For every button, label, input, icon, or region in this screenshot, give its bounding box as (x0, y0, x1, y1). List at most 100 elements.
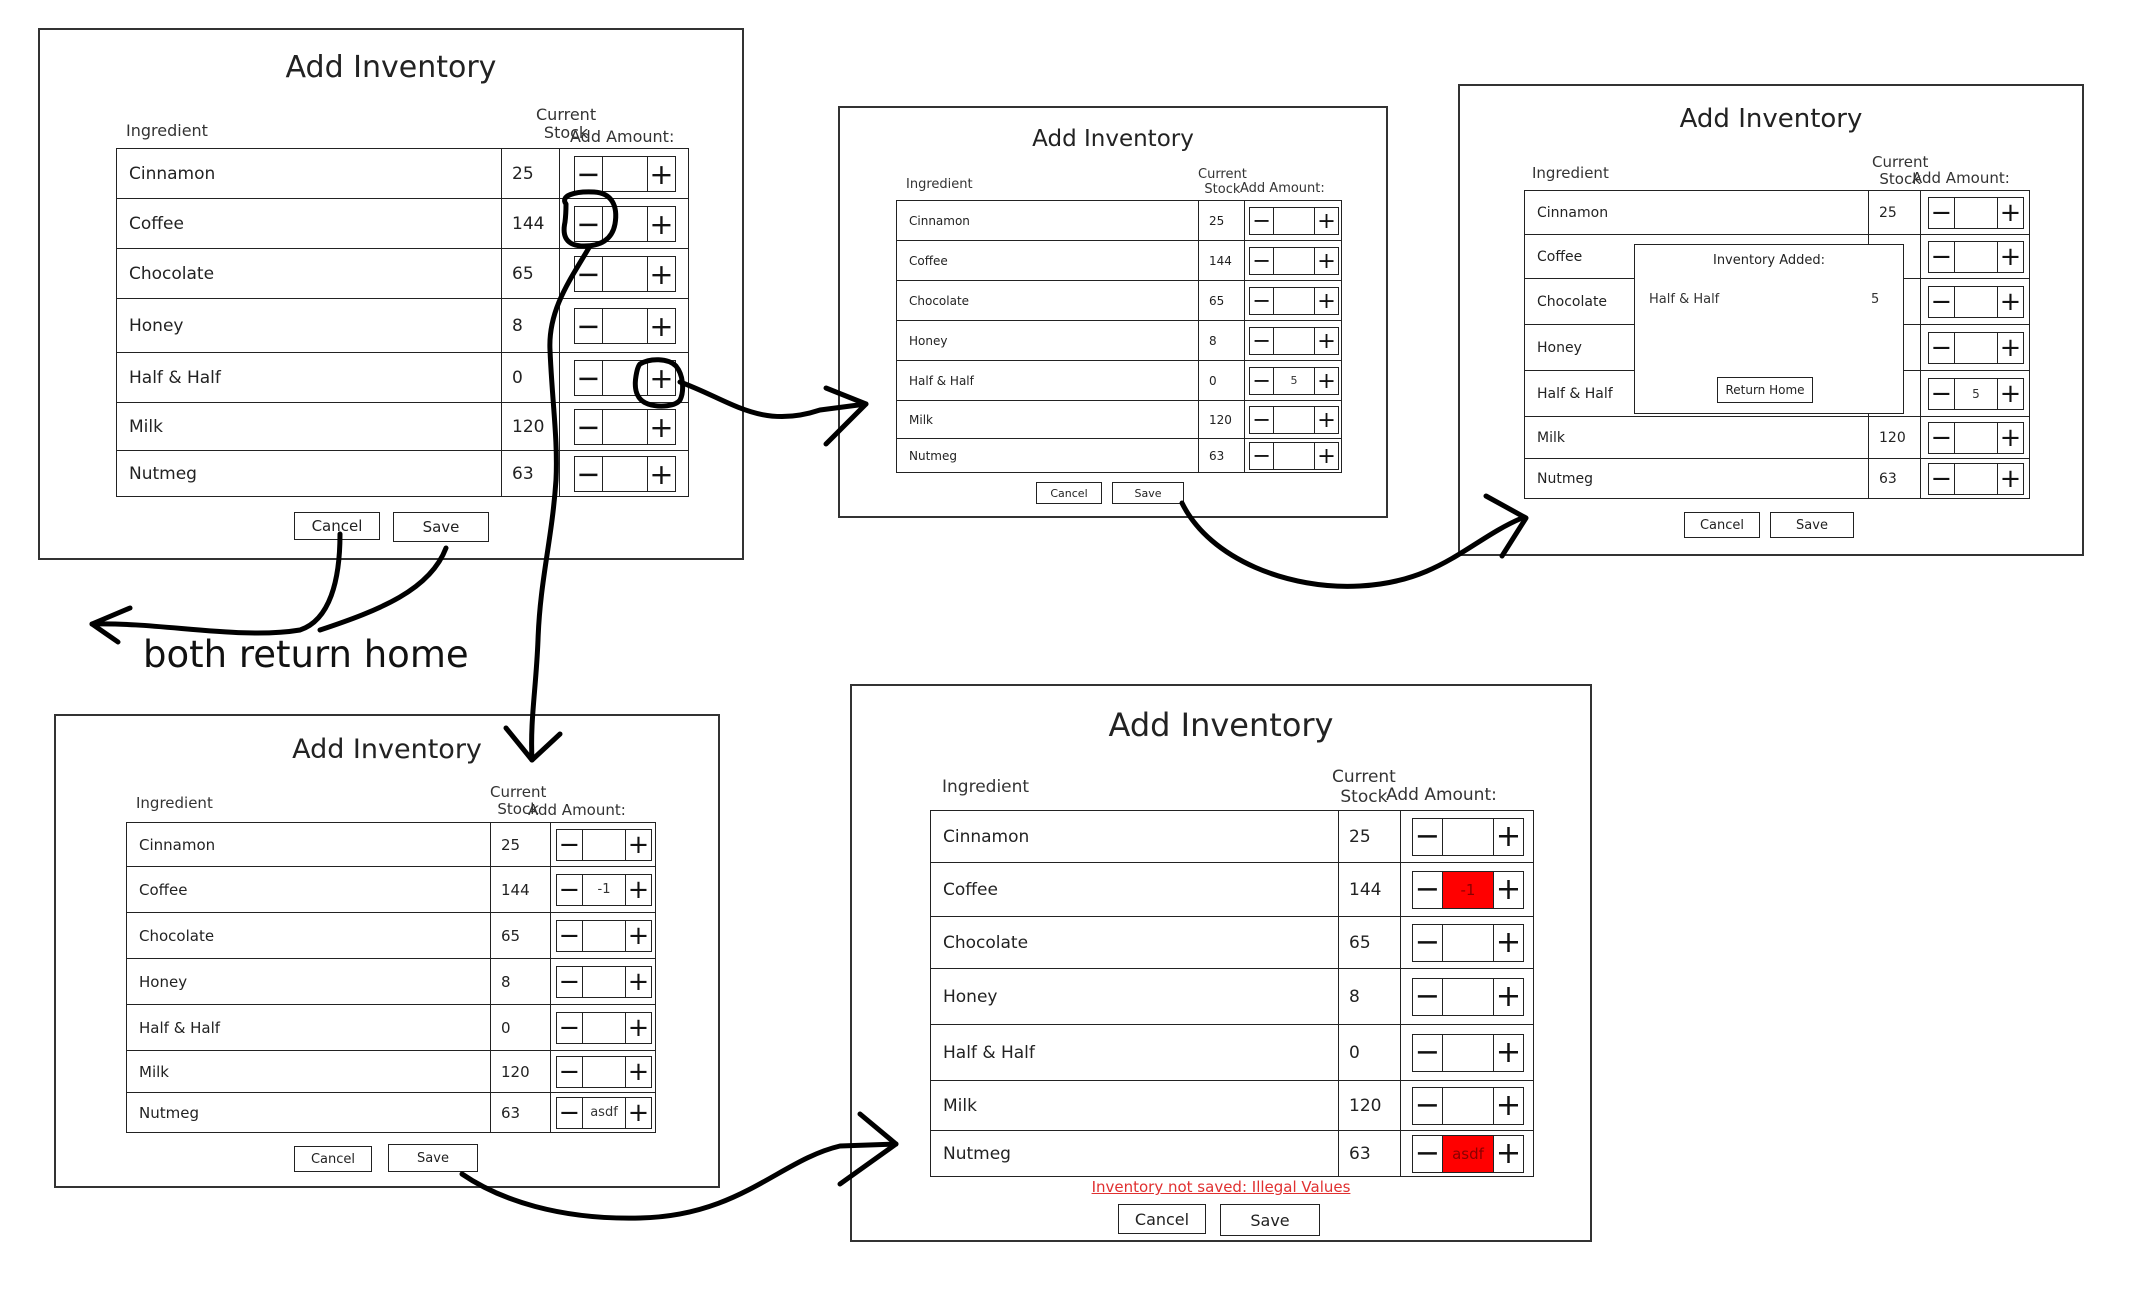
plus-button[interactable]: + (625, 1097, 651, 1128)
add-amount-stepper[interactable]: − -1 + (556, 873, 652, 906)
add-amount-stepper[interactable]: − + (556, 919, 652, 952)
amount-input[interactable] (1955, 287, 1997, 317)
add-amount-stepper[interactable]: − + (556, 1055, 652, 1088)
amount-input[interactable] (603, 457, 647, 491)
add-amount-stepper[interactable]: − + (556, 1011, 652, 1044)
plus-button[interactable]: + (1493, 978, 1523, 1015)
amount-input[interactable]: asdf (1443, 1135, 1493, 1172)
minus-button[interactable]: − (1929, 197, 1955, 228)
plus-button[interactable]: + (647, 409, 675, 444)
add-amount-stepper[interactable]: − + (1928, 285, 2024, 318)
cancel-button[interactable]: Cancel (1118, 1204, 1206, 1234)
plus-button[interactable]: + (1314, 406, 1338, 433)
minus-button[interactable]: − (1929, 422, 1955, 453)
minus-button[interactable]: − (557, 1097, 583, 1128)
add-amount-stepper[interactable]: − asdf + (556, 1096, 652, 1129)
amount-input[interactable] (603, 157, 647, 191)
amount-input[interactable] (1274, 328, 1314, 354)
minus-button[interactable]: − (1250, 287, 1274, 314)
amount-input[interactable] (1955, 423, 1997, 453)
minus-button[interactable]: − (1413, 1034, 1443, 1071)
plus-button[interactable]: + (647, 456, 675, 491)
amount-input[interactable] (583, 1013, 625, 1043)
plus-button[interactable]: + (1314, 442, 1338, 469)
plus-button[interactable]: + (1314, 287, 1338, 314)
minus-button[interactable]: − (1413, 1087, 1443, 1124)
amount-input[interactable] (1274, 248, 1314, 274)
amount-input[interactable]: 5 (1955, 379, 1997, 409)
minus-button[interactable]: − (557, 966, 583, 997)
save-button[interactable]: Save (393, 512, 489, 542)
minus-button[interactable]: − (575, 308, 603, 343)
plus-button[interactable]: + (1493, 924, 1523, 961)
plus-button[interactable]: + (647, 360, 675, 395)
add-amount-stepper[interactable]: − + (574, 408, 676, 445)
minus-button[interactable]: − (557, 920, 583, 951)
minus-button[interactable]: − (1413, 1135, 1443, 1172)
add-amount-stepper[interactable]: − + (574, 307, 676, 344)
add-amount-stepper[interactable]: −5 + (1249, 366, 1339, 395)
amount-input[interactable] (583, 967, 625, 997)
plus-button[interactable]: + (647, 256, 675, 291)
add-amount-stepper[interactable]: − -1 + (1412, 870, 1524, 909)
plus-button[interactable]: + (1997, 332, 2023, 363)
amount-input[interactable] (1443, 979, 1493, 1015)
add-amount-stepper[interactable]: − + (1412, 1033, 1524, 1072)
minus-button[interactable]: − (1929, 241, 1955, 272)
save-button[interactable]: Save (388, 1144, 478, 1172)
add-amount-stepper[interactable]: − asdf + (1412, 1134, 1524, 1173)
amount-input[interactable]: asdf (583, 1098, 625, 1128)
minus-button[interactable]: − (1413, 818, 1443, 855)
plus-button[interactable]: + (1493, 1087, 1523, 1124)
plus-button[interactable]: + (625, 966, 651, 997)
amount-input[interactable] (1443, 925, 1493, 961)
amount-input[interactable] (1955, 333, 1997, 363)
amount-input[interactable]: -1 (1443, 871, 1493, 908)
amount-input[interactable] (1443, 819, 1493, 855)
amount-input[interactable] (603, 257, 647, 291)
add-amount-stepper[interactable]: − + (1249, 286, 1339, 315)
plus-button[interactable]: + (1314, 207, 1338, 234)
add-amount-stepper[interactable]: − + (574, 205, 676, 242)
minus-button[interactable]: − (1929, 378, 1955, 409)
add-amount-stepper[interactable]: − + (1249, 405, 1339, 434)
add-amount-stepper[interactable]: − + (1412, 1086, 1524, 1125)
amount-input[interactable]: 5 (1274, 368, 1314, 394)
amount-input[interactable] (1955, 198, 1997, 228)
add-amount-stepper[interactable]: − + (556, 828, 652, 861)
minus-button[interactable]: − (1413, 978, 1443, 1015)
minus-button[interactable]: − (575, 409, 603, 444)
plus-button[interactable]: + (1314, 367, 1338, 394)
add-amount-stepper[interactable]: −5 + (1928, 377, 2024, 410)
add-amount-stepper[interactable]: − + (1928, 196, 2024, 229)
plus-button[interactable]: + (1493, 818, 1523, 855)
minus-button[interactable]: − (575, 206, 603, 241)
return-home-button[interactable]: Return Home (1717, 377, 1813, 403)
add-amount-stepper[interactable]: − + (574, 359, 676, 396)
add-amount-stepper[interactable]: − + (574, 455, 676, 492)
minus-button[interactable]: − (1250, 207, 1274, 234)
plus-button[interactable]: + (1997, 463, 2023, 494)
add-amount-stepper[interactable]: − + (1249, 246, 1339, 275)
cancel-button[interactable]: Cancel (294, 1146, 372, 1172)
plus-button[interactable]: + (1314, 247, 1338, 274)
plus-button[interactable]: + (1997, 378, 2023, 409)
add-amount-stepper[interactable]: − + (1928, 462, 2024, 495)
plus-button[interactable]: + (1314, 327, 1338, 354)
plus-button[interactable]: + (647, 206, 675, 241)
minus-button[interactable]: − (1250, 442, 1274, 469)
add-amount-stepper[interactable]: − + (1928, 331, 2024, 364)
cancel-button[interactable]: Cancel (1036, 482, 1102, 504)
amount-input[interactable] (1955, 464, 1997, 494)
minus-button[interactable]: − (575, 456, 603, 491)
cancel-button[interactable]: Cancel (1684, 512, 1760, 538)
minus-button[interactable]: − (575, 360, 603, 395)
amount-input[interactable] (603, 410, 647, 444)
minus-button[interactable]: − (1250, 247, 1274, 274)
plus-button[interactable]: + (625, 829, 651, 860)
minus-button[interactable]: − (1929, 332, 1955, 363)
minus-button[interactable]: − (1250, 327, 1274, 354)
plus-button[interactable]: + (625, 874, 651, 905)
amount-input[interactable] (583, 921, 625, 951)
minus-button[interactable]: − (1929, 286, 1955, 317)
